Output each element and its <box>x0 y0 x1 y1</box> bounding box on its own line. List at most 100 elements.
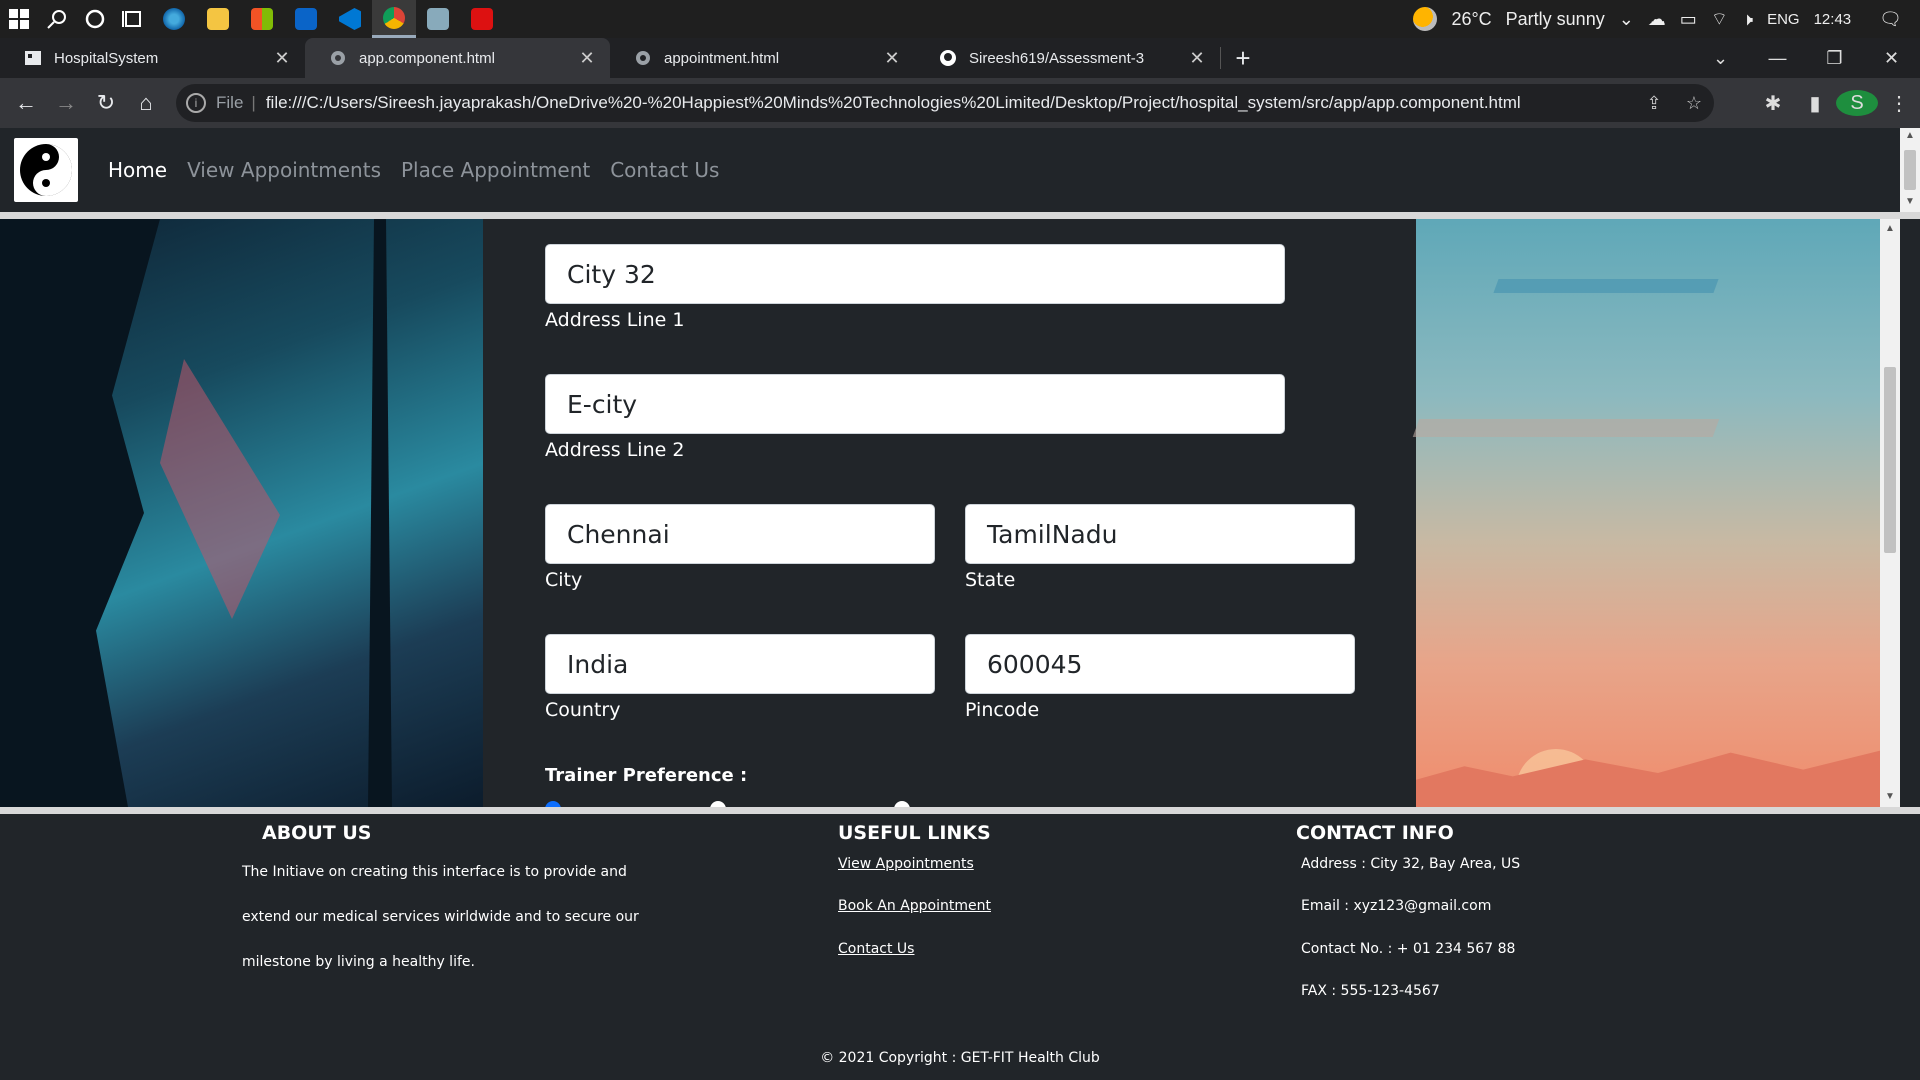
address-bar[interactable]: i File | file:///C:/Users/Sireesh.jayapr… <box>176 84 1714 122</box>
tab-app-component[interactable]: app.component.html ✕ <box>305 38 610 78</box>
about-text-line: milestone by living a healthy life. <box>242 954 475 970</box>
task-view-icon[interactable] <box>114 0 152 38</box>
snipping-app-icon[interactable] <box>416 0 460 38</box>
treeline-shape <box>1416 745 1900 807</box>
contact-fax: FAX : 555-123-4567 <box>1301 983 1440 999</box>
windows-taskbar: 26°C Partly sunny ⌄ ☁ ▭ ⌔ 🕨 ENG 12:43 🗨 <box>0 0 1920 38</box>
edge-app-icon[interactable] <box>152 0 196 38</box>
nav-home[interactable]: Home <box>108 158 167 182</box>
content-frame-scrollbar[interactable]: ▲ ▼ <box>1880 219 1900 807</box>
about-text-line: extend our medical services wirldwide an… <box>242 909 639 925</box>
city-input[interactable]: Chennai <box>545 504 935 564</box>
extensions-icon[interactable]: ✱ <box>1752 91 1794 116</box>
state-label: State <box>965 569 1016 591</box>
info-icon[interactable]: i <box>186 93 206 113</box>
store-app-icon[interactable] <box>240 0 284 38</box>
system-tray: 26°C Partly sunny ⌄ ☁ ▭ ⌔ 🕨 ENG 12:43 🗨 <box>1413 0 1920 38</box>
tab-appointment[interactable]: appointment.html ✕ <box>610 38 915 78</box>
bookmark-star-icon[interactable]: ☆ <box>1674 93 1714 114</box>
trainer-preference-label: Trainer Preference : <box>545 765 748 786</box>
tab-hospitalsystem[interactable]: HospitalSystem ✕ <box>0 38 305 78</box>
footer-link-contact-us[interactable]: Contact Us <box>838 941 914 957</box>
menu-kebab-icon[interactable]: ⋮ <box>1878 91 1920 116</box>
content-frame: City 32 Address Line 1 E-city Address Li… <box>0 219 1900 807</box>
site-footer: ABOUT US The Initiave on creating this i… <box>0 814 1920 1080</box>
tab-title: Sireesh619/Assessment-3 <box>969 49 1145 67</box>
browser-toolbar: ← → ↻ ⌂ i File | file:///C:/Users/Sirees… <box>0 78 1920 128</box>
url-scheme-label: File <box>216 93 244 112</box>
close-window-button[interactable]: ✕ <box>1863 48 1920 69</box>
frame-border <box>0 212 1920 219</box>
chevron-up-icon[interactable]: ⌄ <box>1619 9 1634 30</box>
cortana-icon[interactable] <box>76 0 114 38</box>
state-input[interactable]: TamilNadu <box>965 504 1355 564</box>
address-line1-label: Address Line 1 <box>545 309 685 331</box>
address-line2-label: Address Line 2 <box>545 439 685 461</box>
nav-place-appointment[interactable]: Place Appointment <box>401 158 590 182</box>
tab-github[interactable]: Sireesh619/Assessment-3 ✕ <box>915 38 1220 78</box>
file-explorer-icon[interactable] <box>196 0 240 38</box>
windows-start-icon[interactable] <box>0 0 38 38</box>
about-heading: ABOUT US <box>262 822 372 844</box>
footer-link-view-appointments[interactable]: View Appointments <box>838 856 974 872</box>
side-panel-icon[interactable]: ▮ <box>1794 91 1836 116</box>
address-line1-input[interactable]: City 32 <box>545 244 1285 304</box>
scroll-up-arrow-icon[interactable]: ▲ <box>1880 223 1900 234</box>
wifi-icon[interactable]: ⌔ <box>1711 8 1728 31</box>
battery-icon[interactable]: ▭ <box>1680 9 1697 30</box>
scroll-up-arrow-icon[interactable]: ▲ <box>1900 130 1920 141</box>
address-line2-input[interactable]: E-city <box>545 374 1285 434</box>
footer-link-book-appointment[interactable]: Book An Appointment <box>838 898 991 914</box>
back-button[interactable]: ← <box>6 83 46 123</box>
scroll-down-arrow-icon[interactable]: ▼ <box>1880 791 1900 802</box>
new-tab-button[interactable]: + <box>1221 38 1265 78</box>
profile-avatar[interactable]: S <box>1836 90 1878 116</box>
forest-background-image <box>0 219 483 807</box>
tab-title: app.component.html <box>359 49 495 67</box>
site-navbar: Home View Appointments Place Appointment… <box>0 128 1900 212</box>
tab-title: appointment.html <box>664 49 780 67</box>
language-indicator[interactable]: ENG <box>1767 11 1800 28</box>
search-icon[interactable] <box>38 0 76 38</box>
onedrive-icon[interactable]: ☁ <box>1648 9 1666 30</box>
nav-contact-us[interactable]: Contact Us <box>610 158 719 182</box>
useful-links-heading: USEFUL LINKS <box>838 822 991 844</box>
weather-text[interactable]: Partly sunny <box>1506 9 1605 30</box>
acrobat-app-icon[interactable] <box>460 0 504 38</box>
notification-icon[interactable]: 🗨 <box>1879 9 1902 30</box>
copyright-text: © 2021 Copyright : GET-FIT Health Club <box>820 1050 1100 1066</box>
close-tab-icon[interactable]: ✕ <box>1186 48 1208 69</box>
vscode-app-icon[interactable] <box>328 0 372 38</box>
cloud-shape <box>1493 279 1719 293</box>
tab-search-chevron-icon[interactable]: ⌄ <box>1692 48 1749 69</box>
url-text[interactable]: file:///C:/Users/Sireesh.jayaprakash/One… <box>266 93 1634 113</box>
clock[interactable]: 12:43 <box>1814 11 1852 28</box>
weather-temp[interactable]: 26°C <box>1451 9 1491 30</box>
forward-button[interactable]: → <box>46 83 86 123</box>
scroll-down-arrow-icon[interactable]: ▼ <box>1900 196 1920 207</box>
mail-app-icon[interactable] <box>284 0 328 38</box>
close-tab-icon[interactable]: ✕ <box>881 48 903 69</box>
close-tab-icon[interactable]: ✕ <box>271 48 293 69</box>
restore-button[interactable]: ❐ <box>1806 48 1863 69</box>
chrome-app-icon[interactable] <box>372 0 416 38</box>
country-input[interactable]: India <box>545 634 935 694</box>
scrollbar-thumb[interactable] <box>1884 367 1896 553</box>
header-frame-scrollbar[interactable]: ▲ ▼ <box>1900 128 1920 212</box>
browser-tab-strip: HospitalSystem ✕ app.component.html ✕ ap… <box>0 38 1920 78</box>
pincode-input[interactable]: 600045 <box>965 634 1355 694</box>
site-logo[interactable] <box>14 138 78 202</box>
toolbar-right-buttons: ✱ ▮ S ⋮ <box>1752 78 1920 128</box>
contact-phone: Contact No. : + 01 234 567 88 <box>1301 941 1516 957</box>
close-tab-icon[interactable]: ✕ <box>576 48 598 69</box>
weather-icon[interactable] <box>1413 7 1438 31</box>
nav-view-appointments[interactable]: View Appointments <box>187 158 381 182</box>
minimize-button[interactable]: — <box>1749 48 1806 69</box>
scrollbar-thumb[interactable] <box>1904 150 1916 190</box>
tab-title: HospitalSystem <box>54 49 159 67</box>
reload-button[interactable]: ↻ <box>86 83 126 123</box>
frame-border <box>0 807 1920 814</box>
share-icon[interactable]: ⇪ <box>1634 93 1674 114</box>
volume-muted-icon[interactable]: 🕨 <box>1742 9 1753 30</box>
home-button[interactable]: ⌂ <box>126 83 166 123</box>
